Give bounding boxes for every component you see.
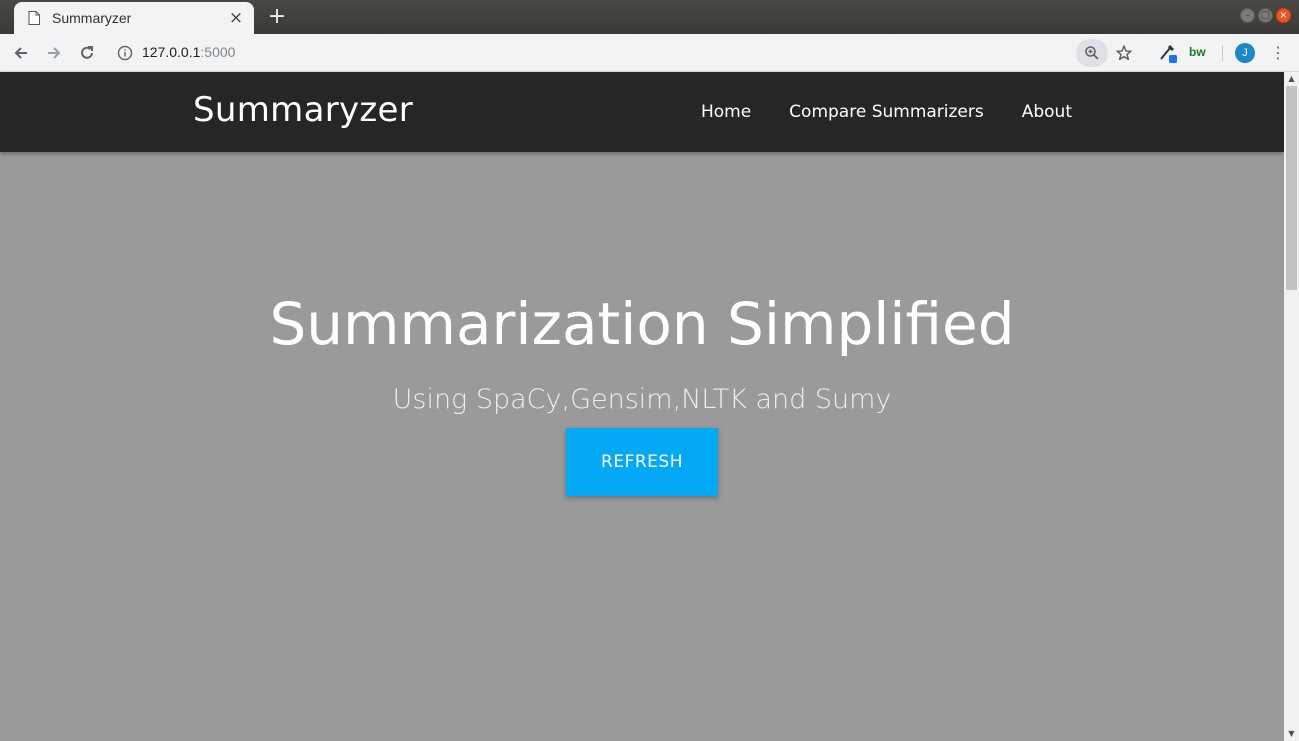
toolbar-divider [1222,45,1223,61]
url-port: :5000 [200,44,236,60]
site-brand-logo[interactable]: Summaryzer [193,90,413,130]
browser-toolbar: 127.0.0.1:5000 bw J ⋮ [0,34,1299,72]
back-arrow-icon[interactable] [9,41,33,65]
hero-title: Summarization Simplified [269,290,1015,358]
scroll-up-arrow-icon[interactable]: ▲ [1284,72,1299,86]
hero-subtitle: Using SpaCy,Gensim,NLTK and Sumy [392,384,892,415]
new-tab-button[interactable]: + [266,6,288,28]
minimize-button[interactable]: – [1240,8,1255,23]
nav-links: Home Compare Summarizers About [701,102,1072,122]
scroll-down-arrow-icon[interactable]: ▼ [1284,727,1299,741]
profile-avatar[interactable]: J [1235,43,1255,63]
reload-icon[interactable] [75,41,99,65]
nav-link-about[interactable]: About [1022,102,1072,122]
nav-link-compare-summarizers[interactable]: Compare Summarizers [789,102,984,122]
tab-title: Summaryzer [52,10,132,26]
url-host: 127.0.0.1 [142,44,201,60]
site-navbar: Summaryzer Home Compare Summarizers Abou… [0,72,1284,152]
refresh-button[interactable]: REFRESH [566,428,718,496]
browser-tabstrip: Summaryzer × + – □ × [0,0,1299,34]
maximize-button[interactable]: □ [1258,8,1273,23]
extension-bw-icon[interactable]: bw [1189,45,1206,59]
scroll-thumb[interactable] [1286,86,1297,290]
info-icon[interactable] [117,45,133,61]
eyedropper-icon[interactable] [1156,41,1180,65]
menu-icon[interactable]: ⋮ [1270,43,1286,63]
tab-close-button[interactable]: × [228,8,244,28]
nav-link-home[interactable]: Home [701,102,751,122]
address-bar[interactable]: 127.0.0.1:5000 [142,44,235,60]
page-scrollbar[interactable]: ▲ ▼ [1284,72,1299,741]
document-icon [28,11,40,25]
zoom-icon[interactable] [1076,39,1108,67]
window-controls: – □ × [1240,8,1291,23]
close-window-button[interactable]: × [1276,8,1291,23]
forward-arrow-icon[interactable] [42,41,66,65]
star-icon[interactable] [1112,41,1136,65]
page-viewport: Summaryzer Home Compare Summarizers Abou… [0,72,1284,741]
browser-tab[interactable]: Summaryzer × [14,2,254,34]
